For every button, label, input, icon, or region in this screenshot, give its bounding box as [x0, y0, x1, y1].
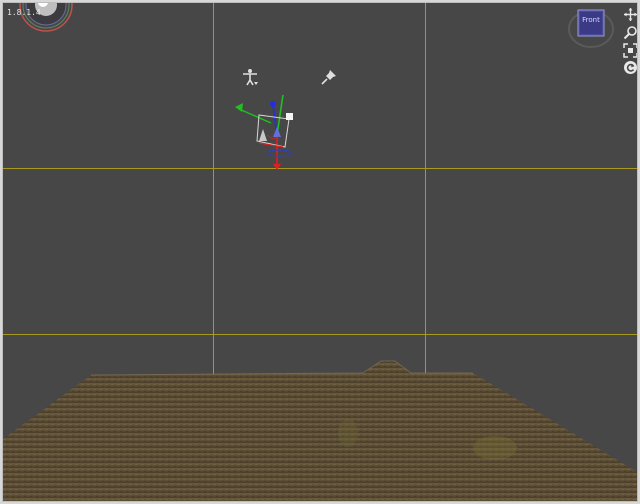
rotate-icon[interactable] [623, 60, 638, 75]
view-cube[interactable]: Front [565, 5, 619, 49]
3d-viewport[interactable]: 1.8.1.4 Front [2, 2, 638, 502]
guide-line-horizontal-2 [3, 334, 637, 335]
transform-gizmo[interactable] [229, 91, 309, 177]
terrain-mound [3, 360, 637, 501]
figure-icon[interactable] [241, 68, 259, 86]
pin-icon[interactable] [321, 69, 337, 85]
guide-line-horizontal-1 [3, 168, 637, 169]
move-icon[interactable] [623, 7, 638, 22]
version-label: 1.8.1.4 [7, 8, 41, 17]
view-cube-face-label: Front [582, 16, 600, 24]
zoom-icon[interactable] [623, 25, 638, 40]
frame-icon[interactable] [623, 43, 638, 58]
